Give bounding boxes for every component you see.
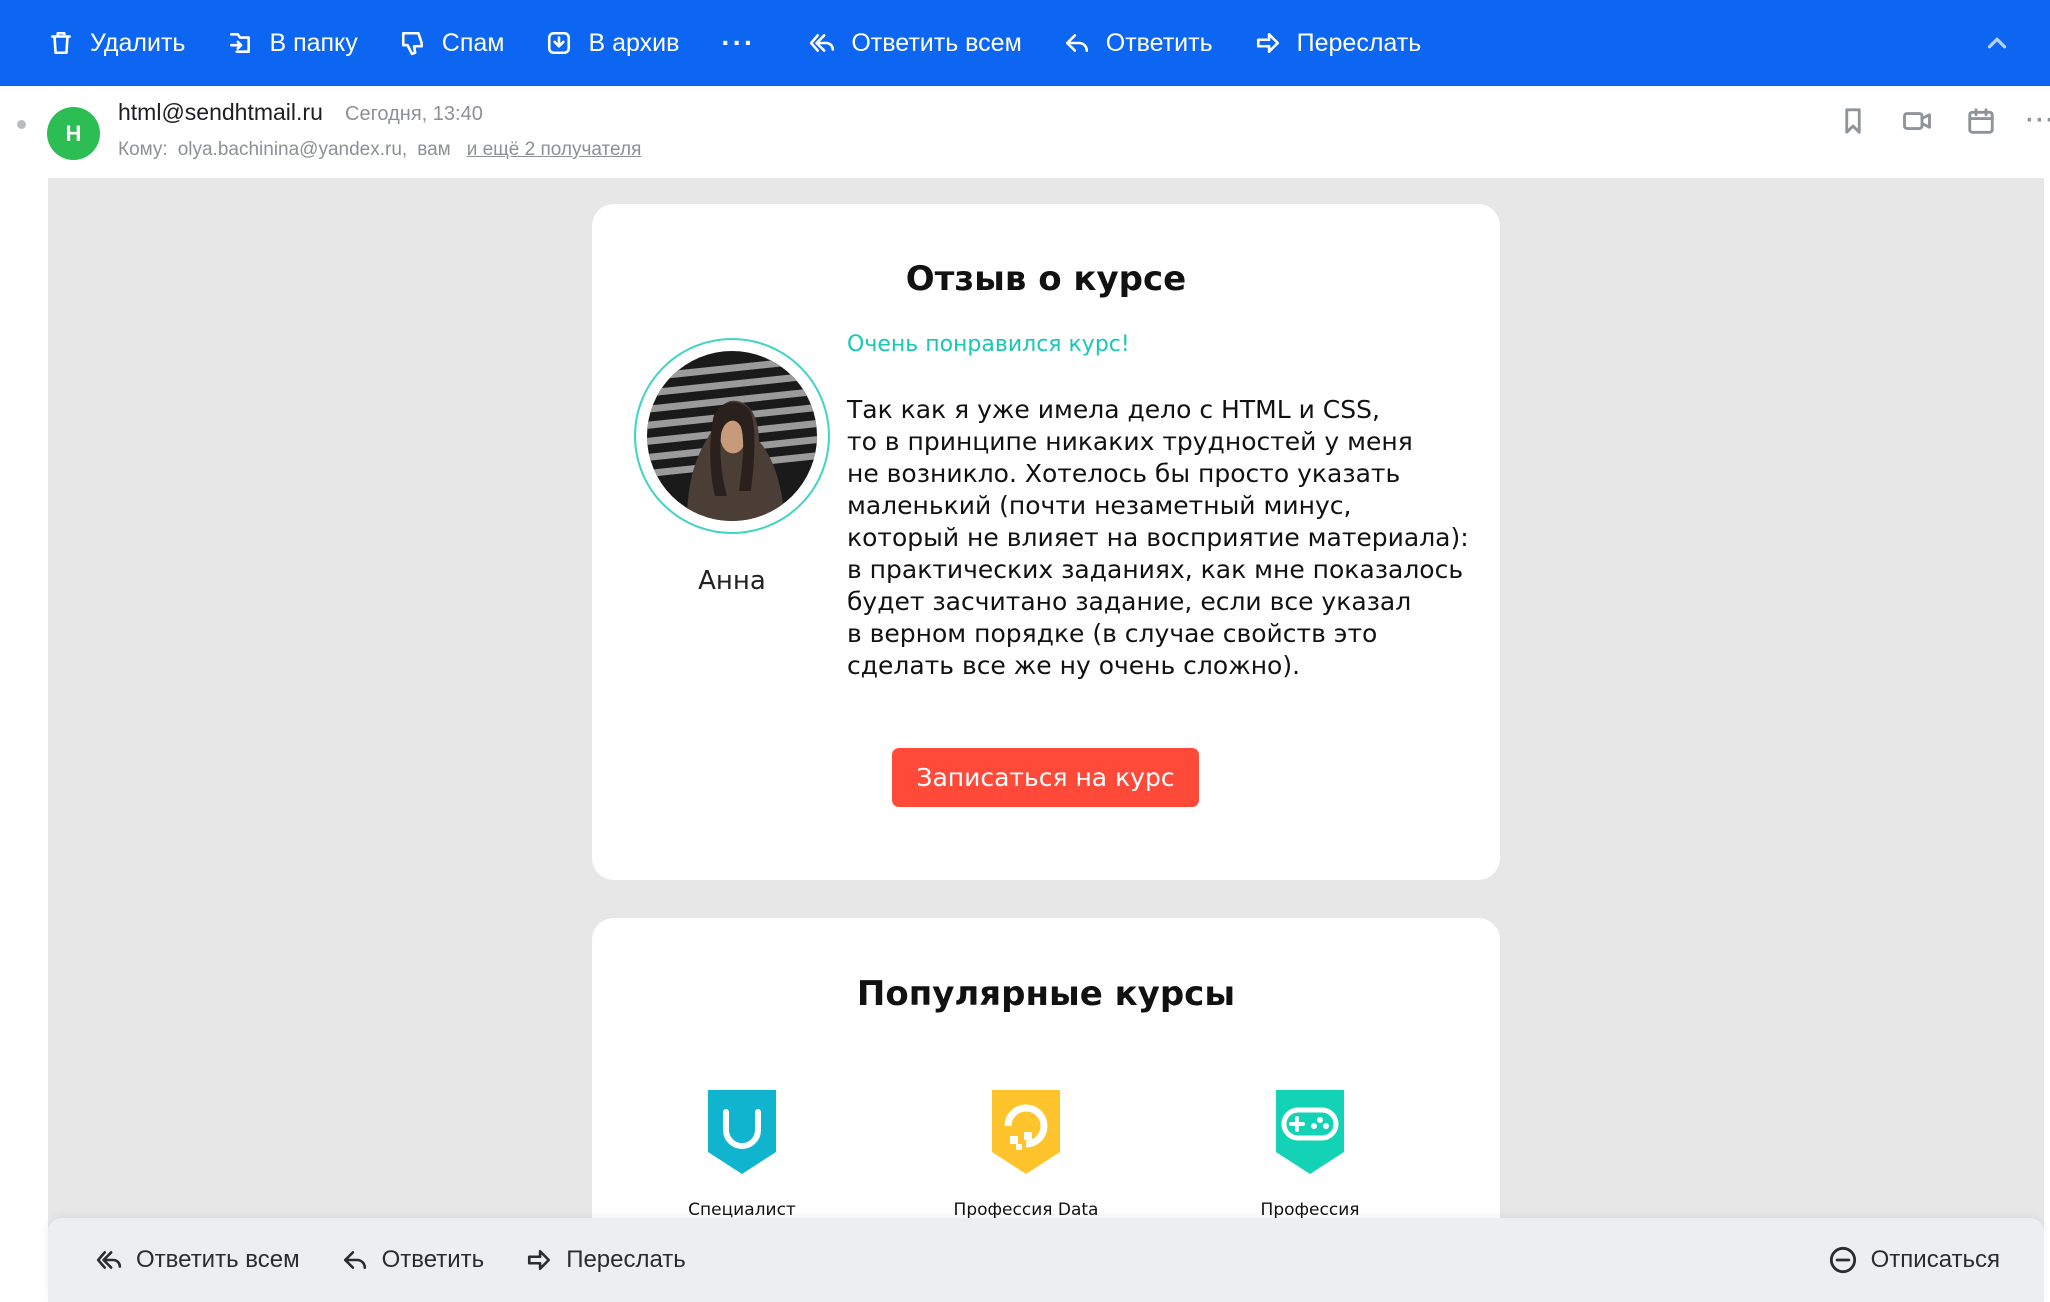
recipient-address[interactable]: olya.bachinina@yandex.ru,: [178, 139, 407, 161]
delete-label: Удалить: [90, 28, 186, 57]
video-call-button[interactable]: [1902, 106, 1932, 136]
course-label: Специалист: [688, 1200, 796, 1220]
forward-label: Переслать: [1296, 28, 1422, 57]
calendar-button[interactable]: [1966, 106, 1996, 136]
archive-icon: [548, 31, 571, 55]
message-body: Отзыв о курсе Анна Очень понравился курс…: [48, 178, 2044, 1302]
review-headline: Очень понравился курс!: [847, 332, 1130, 357]
course-item-data[interactable]: Профессия Data: [906, 1086, 1146, 1220]
reply-all-button[interactable]: Ответить всем: [809, 0, 1022, 86]
bottom-forward-button[interactable]: Переслать: [526, 1246, 686, 1274]
forward-icon: [528, 1250, 551, 1270]
header-actions: ···: [1804, 106, 2050, 136]
bookmark-icon: [1845, 108, 1861, 134]
archive-button[interactable]: В архив: [546, 0, 679, 86]
thumbs-down-icon: [401, 31, 423, 56]
message-date: Сегодня, 13:40: [345, 103, 483, 125]
forward-button[interactable]: Переслать: [1255, 0, 1422, 86]
data-icon: [992, 1090, 1060, 1174]
reviewer-photo-frame: [634, 338, 830, 534]
folder-move-icon: [230, 33, 251, 53]
bottom-reply-label: Ответить: [381, 1246, 485, 1273]
enroll-button[interactable]: Записаться на курс: [892, 748, 1199, 807]
recipient-you: вам: [417, 139, 451, 160]
reply-button[interactable]: Ответить: [1064, 0, 1213, 86]
review-card: Отзыв о курсе Анна Очень понравился курс…: [592, 204, 1500, 880]
spam-button[interactable]: Спам: [400, 0, 505, 86]
bottom-reply-all-label: Ответить всем: [136, 1246, 300, 1273]
forward-icon: [1256, 33, 1279, 53]
reply-label: Ответить: [1105, 28, 1213, 57]
reviewer-name: Анна: [698, 566, 766, 596]
bottom-action-bar: Ответить всем Ответить Переслать Отписат…: [48, 1218, 2044, 1302]
course-label: Профессия Data: [953, 1200, 1099, 1220]
review-card-title: Отзыв о курсе: [905, 259, 1187, 299]
recipients-line: Кому: olya.bachinina@yandex.ru, вам и ещ…: [118, 139, 641, 161]
reviewer-photo: [647, 351, 817, 521]
video-camera-icon: [1903, 112, 1931, 130]
course-item-gamedev[interactable]: Профессия: [1190, 1086, 1430, 1220]
course-label: Профессия: [1260, 1200, 1360, 1220]
spam-label: Спам: [441, 28, 505, 57]
header-more-button[interactable]: ···: [2026, 107, 2050, 135]
move-to-folder-button[interactable]: В папку: [227, 0, 358, 86]
reply-all-icon: [810, 34, 835, 52]
reply-icon: [1065, 34, 1088, 52]
sender-address[interactable]: html@sendhtmail.ru: [118, 99, 323, 126]
move-to-folder-label: В папку: [269, 28, 358, 57]
bottom-reply-button[interactable]: Ответить: [342, 1246, 485, 1274]
shield-icon: [708, 1090, 776, 1174]
course-item-specialist[interactable]: Специалист: [622, 1086, 862, 1220]
unsubscribe-button[interactable]: Отписаться: [1829, 1218, 2000, 1302]
reply-all-icon: [96, 1251, 122, 1269]
bookmark-button[interactable]: [1838, 106, 1868, 136]
more-recipients-link[interactable]: и ещё 2 получателя: [467, 139, 642, 161]
chevron-up-icon: [1987, 37, 2007, 49]
to-label: Кому:: [118, 139, 168, 160]
sender-avatar[interactable]: H: [47, 107, 100, 160]
calendar-icon: [1968, 108, 1994, 134]
popular-courses-title: Популярные курсы: [856, 974, 1236, 1014]
reply-icon: [343, 1251, 366, 1269]
unsubscribe-label: Отписаться: [1870, 1246, 2000, 1273]
archive-label: В архив: [588, 28, 680, 57]
mail-toolbar: Удалить В папку Спам В архив ··· Ответит…: [0, 0, 2050, 86]
bottom-reply-all-button[interactable]: Ответить всем: [96, 1246, 300, 1274]
reply-all-label: Ответить всем: [851, 28, 1022, 57]
delete-button[interactable]: Удалить: [48, 0, 185, 86]
unread-dot[interactable]: [17, 120, 26, 129]
more-actions-button[interactable]: ···: [721, 27, 755, 59]
minus-circle-icon: [1829, 1246, 1856, 1274]
review-text: Так как я уже имела дело с HTML и CSS, т…: [847, 395, 1469, 680]
gamepad-icon: [1276, 1090, 1344, 1174]
bottom-forward-label: Переслать: [566, 1246, 686, 1273]
collapse-toolbar-button[interactable]: [1982, 28, 2012, 58]
trash-icon: [51, 31, 71, 55]
